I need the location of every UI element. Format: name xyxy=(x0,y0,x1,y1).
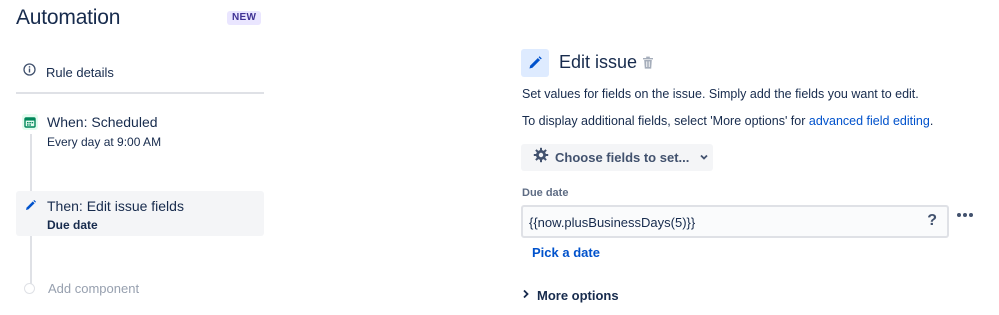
ellipsis-icon[interactable] xyxy=(957,213,973,217)
add-component-label: Add component xyxy=(48,281,140,296)
due-date-field[interactable]: ? xyxy=(521,205,949,238)
trash-icon[interactable] xyxy=(642,56,654,70)
gear-icon xyxy=(533,147,549,168)
empty-circle-icon xyxy=(24,283,35,294)
divider xyxy=(16,92,264,94)
edit-issue-title: Edit issue xyxy=(559,52,638,72)
chevron-down-icon xyxy=(699,149,709,167)
pencil-icon xyxy=(521,49,549,77)
trigger-title: When: Scheduled xyxy=(47,114,158,130)
chevron-right-icon xyxy=(522,286,530,304)
action-title: Then: Edit issue fields xyxy=(47,198,184,214)
action-step[interactable]: Then: Edit issue fields Due date xyxy=(16,191,264,236)
more-options-toggle[interactable]: More options xyxy=(522,286,619,304)
pick-a-date-link[interactable]: Pick a date xyxy=(532,245,600,260)
rule-details-label: Rule details xyxy=(46,64,114,80)
info-icon xyxy=(23,63,36,81)
rule-details-item[interactable]: Rule details xyxy=(23,62,114,82)
advanced-field-editing-link[interactable]: advanced field editing xyxy=(809,114,930,128)
trigger-subtitle: Every day at 9:00 AM xyxy=(47,135,162,149)
page-title: Automation xyxy=(16,6,121,29)
help-icon[interactable]: ? xyxy=(927,212,937,230)
new-badge: NEW xyxy=(227,11,262,25)
trigger-step[interactable]: When: Scheduled Every day at 9:00 AM xyxy=(16,112,264,154)
add-component-item[interactable]: Add component xyxy=(24,281,139,296)
calendar-icon xyxy=(22,114,38,130)
additional-fields-suffix: . xyxy=(929,114,934,128)
pencil-icon xyxy=(22,197,38,213)
action-subtitle: Due date xyxy=(47,218,98,232)
additional-fields-prefix: To display additional fields, select 'Mo… xyxy=(522,114,809,128)
due-date-label: Due date xyxy=(522,187,569,199)
choose-fields-button[interactable]: Choose fields to set... xyxy=(521,144,713,171)
edit-description: Set values for fields on the issue. Simp… xyxy=(522,87,919,101)
due-date-input[interactable] xyxy=(529,212,909,232)
additional-fields-text: To display additional fields, select 'Mo… xyxy=(522,114,933,128)
choose-fields-label: Choose fields to set... xyxy=(555,150,690,165)
more-options-label: More options xyxy=(537,287,619,303)
